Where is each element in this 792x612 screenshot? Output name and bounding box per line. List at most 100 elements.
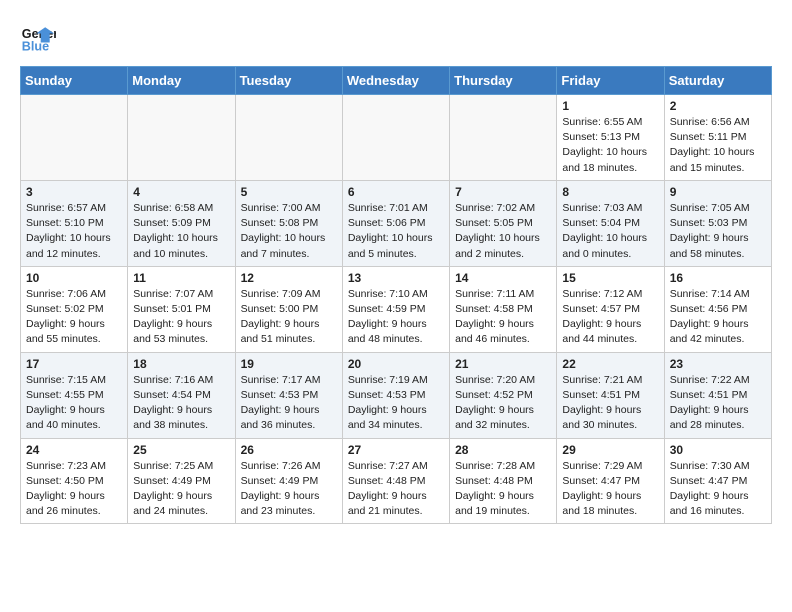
day-cell: 12Sunrise: 7:09 AM Sunset: 5:00 PM Dayli… bbox=[235, 266, 342, 352]
week-row-5: 24 Sunrise: 7:23 AM Sunset: 4:50 PM Dayli… bbox=[21, 438, 772, 524]
logo-icon: General Blue bbox=[20, 20, 56, 56]
day-info: Sunrise: 7:09 AM Sunset: 5:00 PM Dayligh… bbox=[241, 287, 337, 348]
day-cell: 10Sunrise: 7:06 AM Sunset: 5:02 PM Dayli… bbox=[21, 266, 128, 352]
day-info: Sunrise: 7:28 AM Sunset: 4:48 PM Dayligh… bbox=[455, 459, 551, 520]
day-number: 26 bbox=[241, 443, 337, 457]
day-number: 2 bbox=[670, 99, 766, 113]
day-info: Sunrise: 7:06 AM Sunset: 5:02 PM Dayligh… bbox=[26, 287, 122, 348]
day-number: 14 bbox=[455, 271, 551, 285]
day-cell: 17 Sunrise: 7:15 AM Sunset: 4:55 PM Dayli… bbox=[21, 352, 128, 438]
day-number: 27 bbox=[348, 443, 444, 457]
day-number: 23 bbox=[670, 357, 766, 371]
day-info: Sunrise: 7:14 AM Sunset: 4:56 PM Dayligh… bbox=[670, 287, 766, 348]
day-info: Sunrise: 6:58 AM Sunset: 5:09 PM Dayligh… bbox=[133, 201, 229, 262]
day-cell: 30 Sunrise: 7:30 AM Sunset: 4:47 PM Dayli… bbox=[664, 438, 771, 524]
day-info: Sunrise: 7:17 AM Sunset: 4:53 PM Dayligh… bbox=[241, 373, 337, 434]
day-info: Sunrise: 7:10 AM Sunset: 4:59 PM Dayligh… bbox=[348, 287, 444, 348]
day-cell bbox=[235, 95, 342, 181]
day-info: Sunrise: 7:27 AM Sunset: 4:48 PM Dayligh… bbox=[348, 459, 444, 520]
day-number: 24 bbox=[26, 443, 122, 457]
day-cell: 13 Sunrise: 7:10 AM Sunset: 4:59 PM Dayli… bbox=[342, 266, 449, 352]
calendar-header-row: SundayMondayTuesdayWednesdayThursdayFrid… bbox=[21, 67, 772, 95]
day-cell: 1 Sunrise: 6:55 AM Sunset: 5:13 PM Daylig… bbox=[557, 95, 664, 181]
day-number: 13 bbox=[348, 271, 444, 285]
day-cell: 11Sunrise: 7:07 AM Sunset: 5:01 PM Dayli… bbox=[128, 266, 235, 352]
day-cell: 3 Sunrise: 6:57 AM Sunset: 5:10 PM Daylig… bbox=[21, 180, 128, 266]
day-number: 17 bbox=[26, 357, 122, 371]
week-row-1: 1 Sunrise: 6:55 AM Sunset: 5:13 PM Daylig… bbox=[21, 95, 772, 181]
week-row-3: 10Sunrise: 7:06 AM Sunset: 5:02 PM Dayli… bbox=[21, 266, 772, 352]
day-info: Sunrise: 7:07 AM Sunset: 5:01 PM Dayligh… bbox=[133, 287, 229, 348]
day-cell: 6Sunrise: 7:01 AM Sunset: 5:06 PM Daylig… bbox=[342, 180, 449, 266]
day-header-friday: Friday bbox=[557, 67, 664, 95]
day-cell bbox=[450, 95, 557, 181]
day-number: 4 bbox=[133, 185, 229, 199]
day-header-sunday: Sunday bbox=[21, 67, 128, 95]
day-info: Sunrise: 7:02 AM Sunset: 5:05 PM Dayligh… bbox=[455, 201, 551, 262]
day-cell: 8 Sunrise: 7:03 AM Sunset: 5:04 PM Daylig… bbox=[557, 180, 664, 266]
day-number: 29 bbox=[562, 443, 658, 457]
day-number: 8 bbox=[562, 185, 658, 199]
day-cell: 4 Sunrise: 6:58 AM Sunset: 5:09 PM Daylig… bbox=[128, 180, 235, 266]
week-row-2: 3 Sunrise: 6:57 AM Sunset: 5:10 PM Daylig… bbox=[21, 180, 772, 266]
day-cell bbox=[21, 95, 128, 181]
day-cell: 2 Sunrise: 6:56 AM Sunset: 5:11 PM Daylig… bbox=[664, 95, 771, 181]
day-number: 9 bbox=[670, 185, 766, 199]
day-info: Sunrise: 7:23 AM Sunset: 4:50 PM Dayligh… bbox=[26, 459, 122, 520]
day-cell: 27 Sunrise: 7:27 AM Sunset: 4:48 PM Dayli… bbox=[342, 438, 449, 524]
day-info: Sunrise: 7:26 AM Sunset: 4:49 PM Dayligh… bbox=[241, 459, 337, 520]
day-info: Sunrise: 7:29 AM Sunset: 4:47 PM Dayligh… bbox=[562, 459, 658, 520]
day-number: 16 bbox=[670, 271, 766, 285]
day-cell: 26 Sunrise: 7:26 AM Sunset: 4:49 PM Dayli… bbox=[235, 438, 342, 524]
day-cell: 19 Sunrise: 7:17 AM Sunset: 4:53 PM Dayli… bbox=[235, 352, 342, 438]
day-number: 25 bbox=[133, 443, 229, 457]
day-number: 5 bbox=[241, 185, 337, 199]
day-info: Sunrise: 6:57 AM Sunset: 5:10 PM Dayligh… bbox=[26, 201, 122, 262]
day-cell: 14 Sunrise: 7:11 AM Sunset: 4:58 PM Dayli… bbox=[450, 266, 557, 352]
logo: General Blue bbox=[20, 20, 56, 56]
day-cell: 9 Sunrise: 7:05 AM Sunset: 5:03 PM Daylig… bbox=[664, 180, 771, 266]
day-cell: 16 Sunrise: 7:14 AM Sunset: 4:56 PM Dayli… bbox=[664, 266, 771, 352]
day-info: Sunrise: 7:20 AM Sunset: 4:52 PM Dayligh… bbox=[455, 373, 551, 434]
day-info: Sunrise: 7:00 AM Sunset: 5:08 PM Dayligh… bbox=[241, 201, 337, 262]
day-number: 7 bbox=[455, 185, 551, 199]
day-cell: 29 Sunrise: 7:29 AM Sunset: 4:47 PM Dayli… bbox=[557, 438, 664, 524]
day-info: Sunrise: 7:15 AM Sunset: 4:55 PM Dayligh… bbox=[26, 373, 122, 434]
day-info: Sunrise: 7:25 AM Sunset: 4:49 PM Dayligh… bbox=[133, 459, 229, 520]
day-info: Sunrise: 7:30 AM Sunset: 4:47 PM Dayligh… bbox=[670, 459, 766, 520]
calendar: SundayMondayTuesdayWednesdayThursdayFrid… bbox=[20, 66, 772, 524]
day-info: Sunrise: 7:11 AM Sunset: 4:58 PM Dayligh… bbox=[455, 287, 551, 348]
day-cell: 7 Sunrise: 7:02 AM Sunset: 5:05 PM Daylig… bbox=[450, 180, 557, 266]
day-info: Sunrise: 6:55 AM Sunset: 5:13 PM Dayligh… bbox=[562, 115, 658, 176]
week-row-4: 17 Sunrise: 7:15 AM Sunset: 4:55 PM Dayli… bbox=[21, 352, 772, 438]
day-number: 18 bbox=[133, 357, 229, 371]
day-cell: 22 Sunrise: 7:21 AM Sunset: 4:51 PM Dayli… bbox=[557, 352, 664, 438]
day-number: 20 bbox=[348, 357, 444, 371]
day-header-tuesday: Tuesday bbox=[235, 67, 342, 95]
day-cell: 15Sunrise: 7:12 AM Sunset: 4:57 PM Dayli… bbox=[557, 266, 664, 352]
day-cell bbox=[342, 95, 449, 181]
day-cell: 21Sunrise: 7:20 AM Sunset: 4:52 PM Dayli… bbox=[450, 352, 557, 438]
day-cell: 23 Sunrise: 7:22 AM Sunset: 4:51 PM Dayli… bbox=[664, 352, 771, 438]
day-cell: 24 Sunrise: 7:23 AM Sunset: 4:50 PM Dayli… bbox=[21, 438, 128, 524]
day-info: Sunrise: 6:56 AM Sunset: 5:11 PM Dayligh… bbox=[670, 115, 766, 176]
day-number: 28 bbox=[455, 443, 551, 457]
day-number: 3 bbox=[26, 185, 122, 199]
day-number: 1 bbox=[562, 99, 658, 113]
day-number: 19 bbox=[241, 357, 337, 371]
day-header-wednesday: Wednesday bbox=[342, 67, 449, 95]
day-info: Sunrise: 7:22 AM Sunset: 4:51 PM Dayligh… bbox=[670, 373, 766, 434]
day-number: 30 bbox=[670, 443, 766, 457]
day-info: Sunrise: 7:19 AM Sunset: 4:53 PM Dayligh… bbox=[348, 373, 444, 434]
day-info: Sunrise: 7:21 AM Sunset: 4:51 PM Dayligh… bbox=[562, 373, 658, 434]
day-cell: 20 Sunrise: 7:19 AM Sunset: 4:53 PM Dayli… bbox=[342, 352, 449, 438]
day-number: 22 bbox=[562, 357, 658, 371]
header: General Blue bbox=[20, 20, 772, 56]
day-cell: 5 Sunrise: 7:00 AM Sunset: 5:08 PM Daylig… bbox=[235, 180, 342, 266]
day-header-saturday: Saturday bbox=[664, 67, 771, 95]
day-info: Sunrise: 7:05 AM Sunset: 5:03 PM Dayligh… bbox=[670, 201, 766, 262]
day-info: Sunrise: 7:03 AM Sunset: 5:04 PM Dayligh… bbox=[562, 201, 658, 262]
day-cell bbox=[128, 95, 235, 181]
day-header-monday: Monday bbox=[128, 67, 235, 95]
day-cell: 18Sunrise: 7:16 AM Sunset: 4:54 PM Dayli… bbox=[128, 352, 235, 438]
